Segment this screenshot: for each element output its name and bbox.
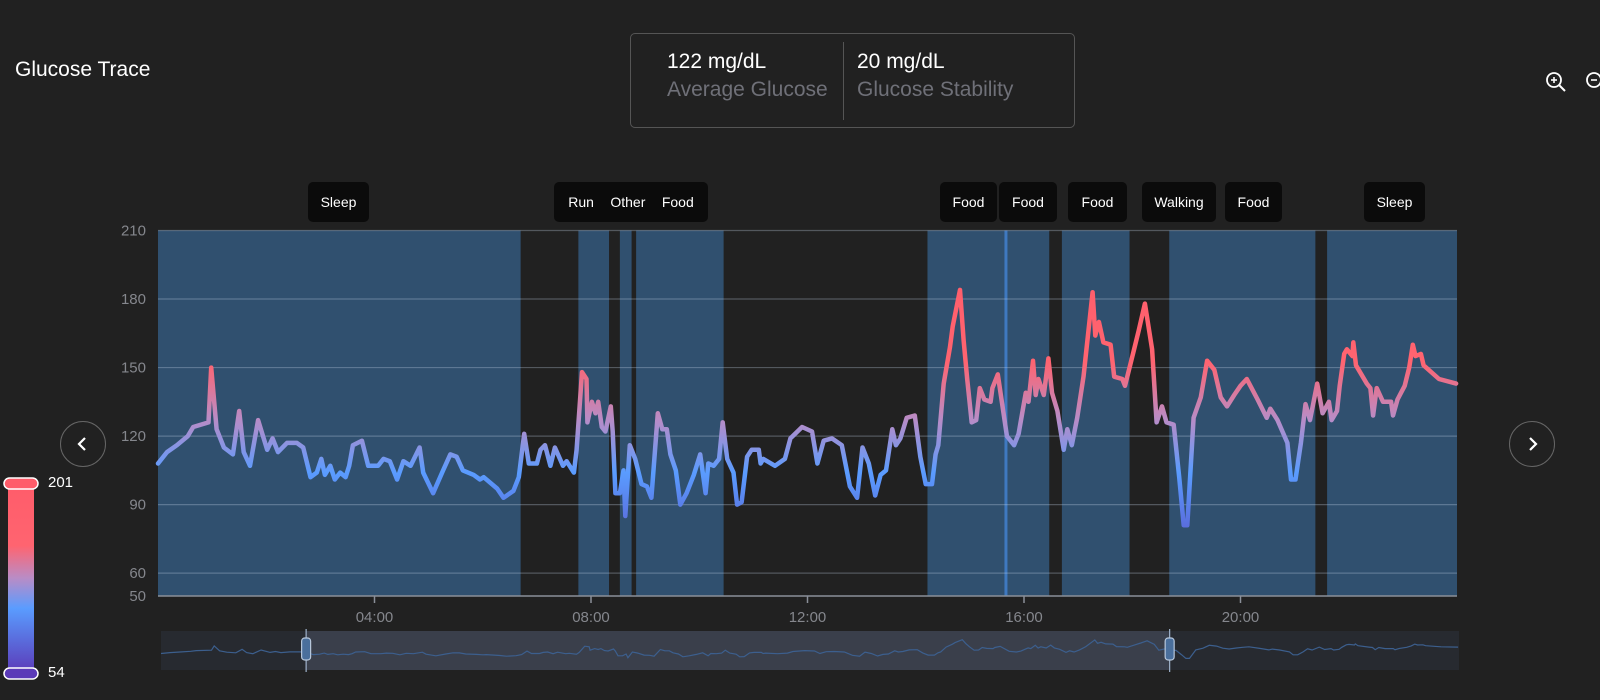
event-label-other[interactable]: Other	[610, 194, 645, 210]
y-tick-label: 150	[121, 360, 146, 377]
chevron-right-icon	[1529, 437, 1538, 451]
y-tick-label: 60	[129, 565, 146, 582]
event-label-text: Food	[952, 194, 985, 210]
average-glucose-stat: 122 mg/dL Average Glucose	[667, 48, 828, 104]
y-tick-label: 120	[121, 428, 146, 445]
event-label-food[interactable]: Food	[1225, 182, 1282, 222]
x-axis: 04:00 08:00 12:00 16:00 20:00	[356, 596, 1260, 626]
event-label-text: Walking	[1154, 194, 1204, 210]
zoom-out-icon	[1586, 72, 1600, 88]
activity-band	[619, 230, 632, 596]
event-label-text: Food	[1081, 194, 1114, 210]
zoom-in-button[interactable]	[1544, 70, 1568, 94]
color-scale-max-handle[interactable]	[3, 477, 39, 490]
color-scale-bar	[8, 483, 34, 673]
event-label-sleep[interactable]: Sleep	[308, 182, 369, 222]
next-day-button[interactable]	[1509, 421, 1555, 467]
navigator-trace	[160, 638, 1459, 660]
navigator-selection	[306, 631, 1170, 670]
y-axis: 50 60 90 120 150 180 210	[121, 223, 146, 606]
activity-band	[578, 230, 610, 596]
glucose-trace-line	[155, 287, 1459, 528]
color-scale-max-label: 201	[48, 474, 74, 491]
grid-lines	[158, 229, 1457, 597]
event-label-food[interactable]: Food	[1068, 182, 1127, 222]
activity-band	[1169, 230, 1316, 596]
x-tick-label: 20:00	[1222, 609, 1260, 626]
navigator	[160, 629, 1459, 672]
event-label-walking[interactable]: Walking	[1142, 182, 1216, 222]
color-scale-min-handle[interactable]	[3, 667, 39, 680]
activity-band	[927, 230, 1050, 596]
y-tick-label: 210	[121, 223, 146, 240]
y-tick-label: 90	[129, 497, 146, 514]
activity-band	[636, 230, 724, 596]
average-glucose-label: Average Glucose	[667, 78, 828, 101]
x-tick-label: 04:00	[356, 609, 394, 626]
event-label-text: Sleep	[1376, 194, 1413, 210]
color-scale-legend	[3, 477, 39, 680]
zoom-out-button[interactable]	[1584, 70, 1600, 94]
activity-bands	[158, 230, 1457, 596]
stats-divider	[843, 42, 844, 120]
event-label-run[interactable]: Run	[568, 194, 594, 210]
navigator-handle[interactable]	[1164, 637, 1175, 661]
event-label-text: Sleep	[320, 194, 357, 210]
event-label-text: Food	[1012, 194, 1044, 210]
glucose-stability-label: Glucose Stability	[857, 78, 1014, 101]
x-tick-label: 16:00	[1005, 609, 1043, 626]
activity-band	[158, 230, 521, 596]
stats-panel: 122 mg/dL Average Glucose 20 mg/dL Gluco…	[630, 33, 1075, 128]
event-label-food[interactable]: Food	[940, 182, 997, 222]
event-label-text: Food	[1237, 194, 1270, 210]
event-label-food[interactable]: Food	[662, 194, 694, 210]
event-label-sleep[interactable]: Sleep	[1364, 182, 1425, 222]
navigator-track	[161, 631, 1459, 670]
average-glucose-value: 122 mg/dL	[667, 50, 767, 73]
glucose-stability-value: 20 mg/dL	[857, 50, 945, 73]
activity-band	[1327, 230, 1457, 596]
glucose-stability-stat: 20 mg/dL Glucose Stability	[857, 48, 1013, 104]
page-title: Glucose Trace	[15, 58, 151, 81]
x-tick-label: 08:00	[572, 609, 610, 626]
previous-day-button[interactable]	[60, 421, 106, 467]
event-label-food[interactable]: Food	[999, 182, 1057, 222]
activity-band	[1061, 230, 1130, 596]
y-tick-label: 50	[129, 588, 146, 605]
zoom-in-icon	[1546, 72, 1566, 92]
x-tick-label: 12:00	[789, 609, 827, 626]
color-scale-min-label: 54	[48, 664, 65, 681]
navigator-handle[interactable]	[301, 637, 312, 661]
event-marker-line	[1004, 230, 1008, 596]
chevron-left-icon	[77, 437, 86, 451]
event-label-group[interactable]: Run Other Food	[554, 182, 708, 222]
y-tick-label: 180	[121, 291, 146, 308]
